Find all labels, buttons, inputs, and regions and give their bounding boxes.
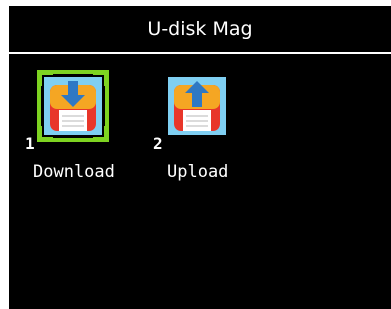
item-label: Download <box>33 162 115 182</box>
floppy-download-icon <box>37 70 109 142</box>
item-number: 2 <box>153 134 163 153</box>
item-label: Upload <box>167 162 229 182</box>
title-bar: U-disk Mag <box>9 6 391 54</box>
menu-item-download[interactable]: 1 Download <box>21 66 131 186</box>
device-screen: U-disk Mag 1 Download 2 Upload <box>9 6 391 309</box>
floppy-upload-icon <box>161 70 233 142</box>
page-title: U-disk Mag <box>147 18 253 40</box>
menu-item-upload[interactable]: 2 Upload <box>149 66 259 186</box>
item-number: 1 <box>25 134 35 153</box>
